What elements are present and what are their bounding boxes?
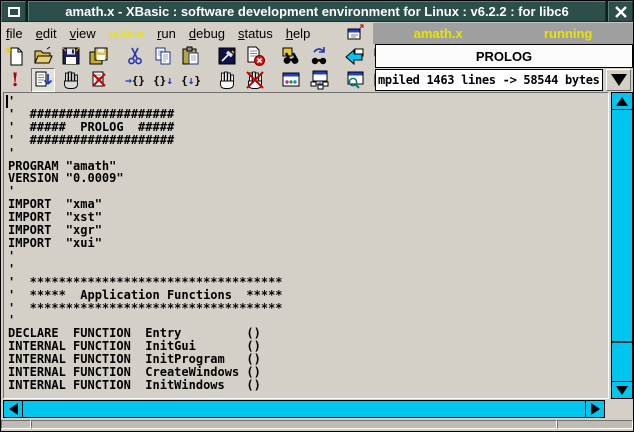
function-tree-button[interactable] [307, 68, 331, 92]
function-tree-icon [308, 69, 330, 91]
step-over-icon: {}↓ [153, 74, 173, 87]
toolbar-bottom: ! →{} {}↓ {↓} [1, 68, 375, 92]
scroll-up-button[interactable] [611, 92, 633, 110]
code-editor[interactable]: ' ' #################### ' ##### PROLOG … [4, 93, 608, 392]
menu-run[interactable]: run [157, 26, 176, 41]
titlebar[interactable]: amath.x - XBasic : software development … [1, 1, 633, 22]
scroll-left-button[interactable] [3, 400, 23, 418]
window-square-icon [5, 4, 23, 20]
new-file-button[interactable] [3, 44, 27, 68]
new-file-icon [4, 45, 26, 67]
run-state-label: running [544, 26, 592, 41]
down-triangle-icon [611, 74, 627, 86]
cut-button[interactable] [123, 44, 147, 68]
scroll-up-icon [616, 97, 628, 106]
menu-option[interactable]: option [109, 26, 144, 41]
continue-button[interactable] [243, 68, 267, 92]
scroll-down-button[interactable] [611, 381, 633, 399]
text-caret [6, 95, 8, 108]
abort-button[interactable] [87, 68, 111, 92]
back-icon [344, 45, 366, 67]
paste-button[interactable] [179, 44, 203, 68]
continue-icon [244, 69, 266, 91]
gui-window-icon [280, 69, 302, 91]
copy-icon [152, 45, 174, 67]
menubar: file edit view option run debug status h… [1, 22, 373, 44]
toolbar-bottom-row: ! →{} {}↓ {↓} [1, 68, 633, 92]
run-to-cursor-icon [32, 69, 54, 91]
find-icon [280, 45, 302, 67]
status-segment-left [1, 420, 31, 429]
find-next-icon [308, 45, 330, 67]
save-file-button[interactable] [59, 44, 83, 68]
scroll-right-icon [591, 403, 600, 415]
run-to-cursor-button[interactable] [31, 68, 55, 92]
horizontal-scroll-thumb[interactable] [23, 400, 585, 418]
save-all-icon [88, 45, 110, 67]
abort-icon [88, 69, 110, 91]
stop-button[interactable]: ! [3, 68, 27, 92]
close-button[interactable] [608, 1, 633, 22]
menu-file[interactable]: file [6, 26, 23, 41]
vertical-scrollbar [611, 92, 633, 399]
cut-icon [124, 45, 146, 67]
halt-button[interactable] [215, 68, 239, 92]
gui-window-button[interactable] [279, 68, 303, 92]
step-out-button[interactable]: {↓} [179, 68, 203, 92]
open-file-icon [32, 45, 54, 67]
find-button[interactable] [279, 44, 303, 68]
paste-icon [180, 45, 202, 67]
horizontal-scrollbar [1, 400, 633, 418]
pause-button[interactable] [59, 68, 83, 92]
status-segment-middle [31, 420, 557, 429]
status-bar [1, 420, 633, 431]
scroll-right-button[interactable] [585, 400, 605, 418]
find-next-button[interactable] [307, 44, 331, 68]
inspect-window-icon [344, 69, 366, 91]
open-file-button[interactable] [31, 44, 55, 68]
build-button[interactable] [215, 44, 239, 68]
menu-edit[interactable]: edit [36, 26, 57, 41]
inspect-window-button[interactable] [343, 68, 367, 92]
current-section-box: PROLOG [375, 44, 633, 68]
step-over-button[interactable]: {}↓ [151, 68, 175, 92]
xbasic-ide-window: amath.x - XBasic : software development … [0, 0, 634, 432]
toolbar-top [1, 44, 375, 68]
halt-icon [216, 69, 238, 91]
save-all-button[interactable] [87, 44, 111, 68]
menu-view[interactable]: view [70, 26, 96, 41]
window-title: amath.x - XBasic : software development … [28, 1, 606, 22]
scroll-left-icon [9, 403, 18, 415]
copy-button[interactable] [151, 44, 175, 68]
step-into-icon: →{} [125, 74, 145, 87]
step-out-icon: {↓} [181, 74, 201, 87]
scrollbar-corner [605, 400, 633, 418]
back-button[interactable] [343, 44, 367, 68]
window-menu-button[interactable] [1, 1, 26, 22]
run-panel: amath.x running [373, 22, 633, 44]
pause-icon [60, 69, 82, 91]
close-x-icon [613, 4, 629, 20]
vertical-scroll-thumb[interactable] [612, 110, 632, 343]
toolbar-top-row: PROLOG [1, 44, 633, 68]
program-name-label: amath.x [414, 26, 463, 41]
scroll-down-icon [616, 386, 628, 395]
status-segment-right [557, 420, 633, 429]
step-into-button[interactable]: →{} [123, 68, 147, 92]
menu-row: file edit view option run debug status h… [1, 22, 633, 44]
stop-icon: ! [11, 71, 19, 90]
editor-viewport: ' ' #################### ' ##### PROLOG … [3, 92, 609, 399]
menu-help[interactable]: help [286, 26, 311, 41]
main-area: ' ' #################### ' ##### PROLOG … [1, 92, 633, 399]
detach-menu-icon[interactable] [345, 24, 365, 42]
build-icon [216, 45, 238, 67]
compile-status-box: mpiled 1463 lines -> 58544 bytes [375, 69, 603, 91]
menu-status[interactable]: status [238, 26, 273, 41]
delete-text-icon [244, 45, 266, 67]
delete-text-button[interactable] [243, 44, 267, 68]
function-list-dropdown-button[interactable] [606, 69, 631, 91]
vertical-scroll-track[interactable] [611, 110, 633, 381]
save-file-icon [60, 45, 82, 67]
menu-debug[interactable]: debug [189, 26, 225, 41]
